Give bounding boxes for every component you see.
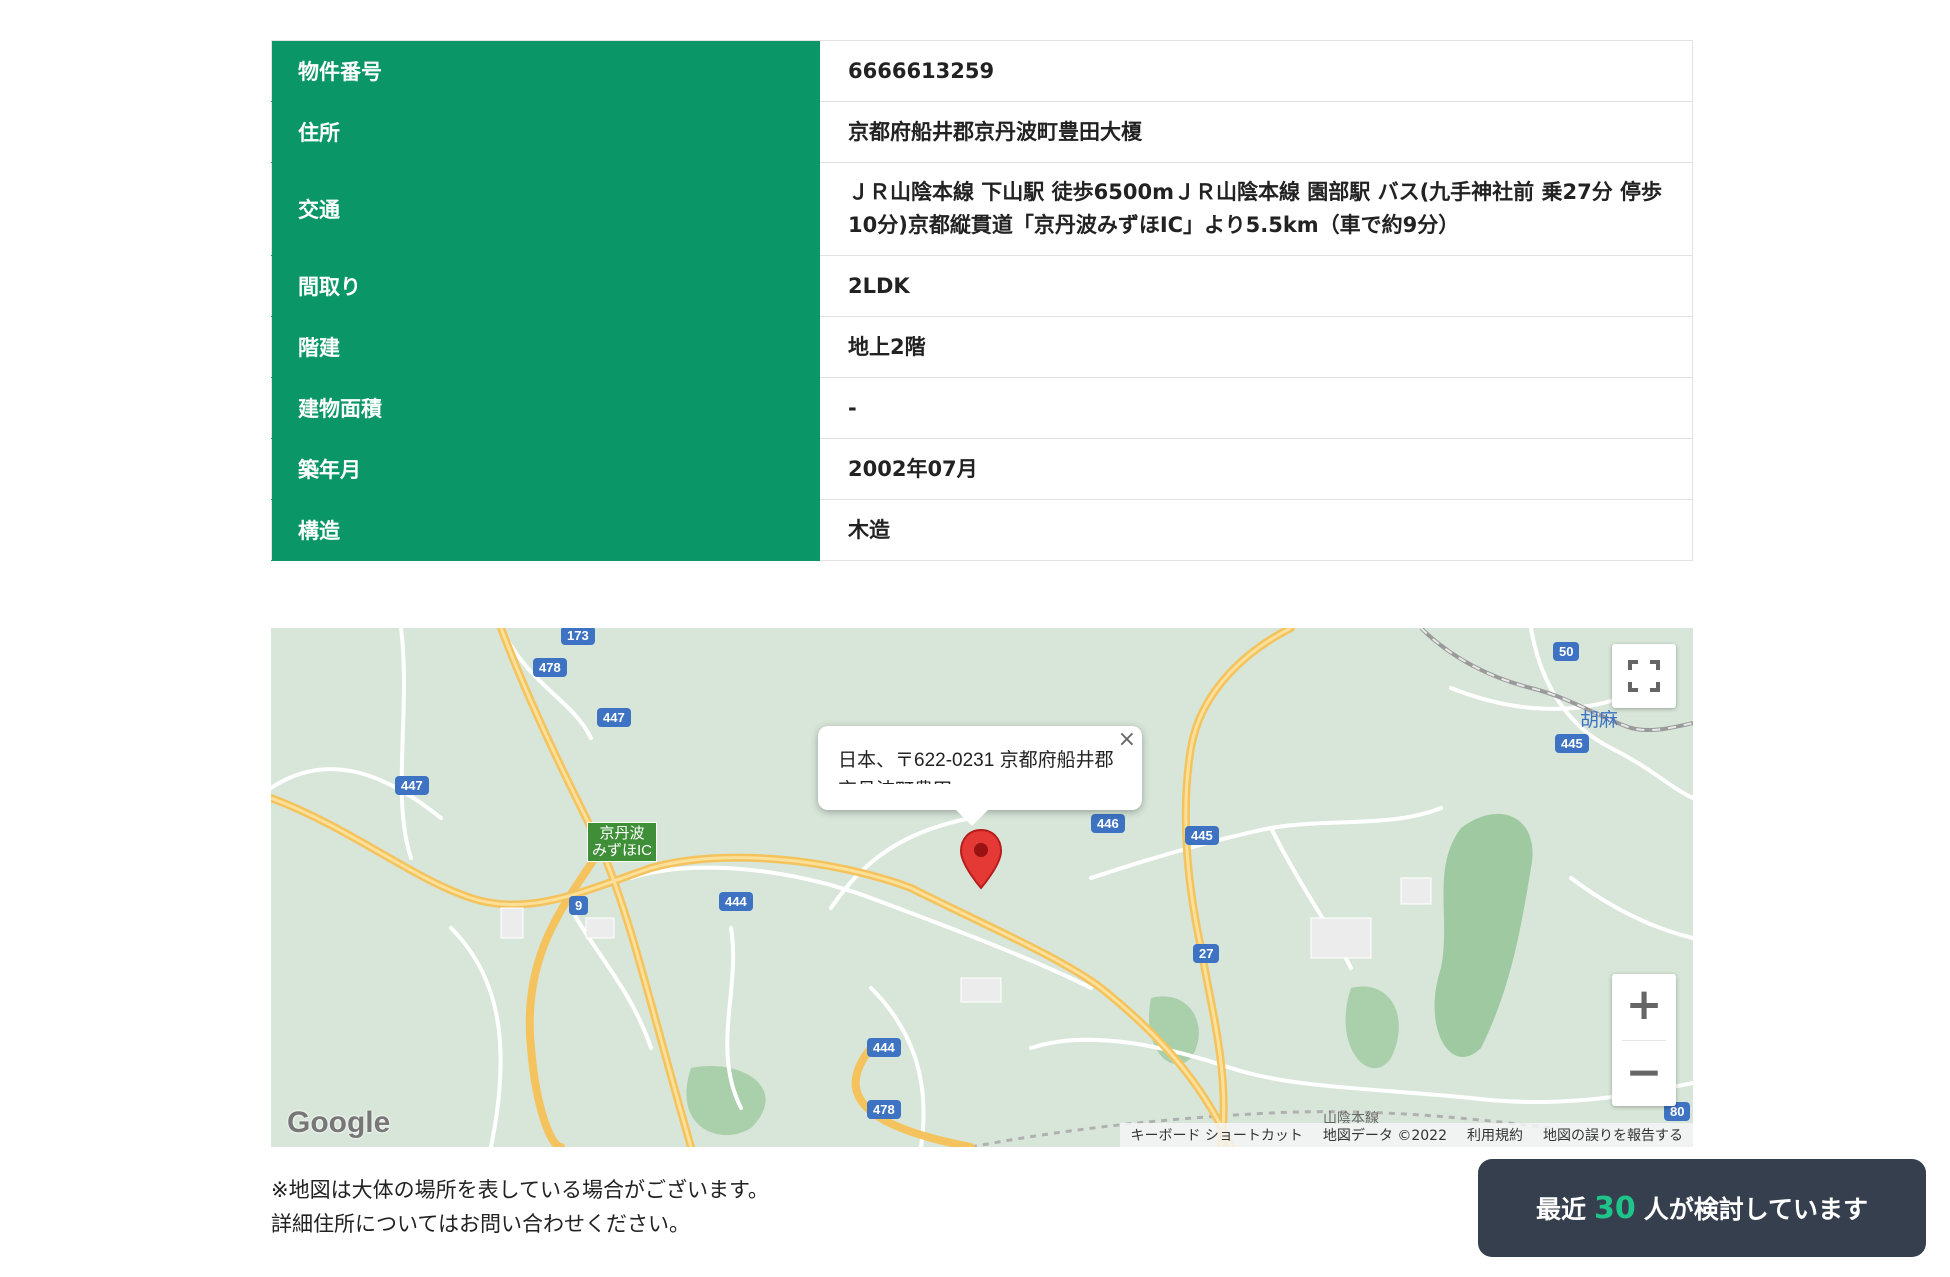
badge-suffix: 人が検討しています bbox=[1643, 1195, 1869, 1224]
table-row: 住所 京都府船井郡京丹波町豊田大榎 bbox=[271, 101, 1693, 163]
row-label-floors: 階建 bbox=[271, 316, 820, 378]
route-shield: 445 bbox=[1555, 734, 1589, 753]
map-info-window: 日本、〒622-0231 京都府船井郡京丹波町豊田 × bbox=[818, 726, 1142, 826]
fullscreen-button[interactable] bbox=[1612, 644, 1676, 708]
interchange-label-text: 京丹波 みずほIC bbox=[592, 825, 653, 859]
table-row: 階建 地上2階 bbox=[271, 316, 1693, 378]
row-value-building-area: - bbox=[820, 377, 1693, 439]
zoom-divider bbox=[1622, 1040, 1666, 1041]
route-shield: 27 bbox=[1193, 944, 1220, 963]
report-error-link[interactable]: 地図の誤りを報告する bbox=[1533, 1125, 1693, 1145]
place-label[interactable]: 胡麻 bbox=[1580, 705, 1618, 732]
map-disclaimer: ※地図は大体の場所を表している場合がございます。 詳細住所についてはお問い合わせ… bbox=[271, 1173, 769, 1241]
map-disclaimer-line: 詳細住所についてはお問い合わせください。 bbox=[271, 1212, 690, 1236]
route-shield: 447 bbox=[395, 776, 429, 795]
table-row: 構造 木造 bbox=[271, 499, 1693, 561]
row-label-layout: 間取り bbox=[271, 255, 820, 317]
property-info-table: 物件番号 6666613259 住所 京都府船井郡京丹波町豊田大榎 交通 ＪＲ山… bbox=[271, 40, 1693, 561]
recent-viewers-badge: 最近 30 人が検討しています bbox=[1478, 1159, 1926, 1257]
zoom-out-button[interactable]: − bbox=[1612, 1042, 1676, 1106]
map-attribution-bar: キーボード ショートカット 地図データ ©2022 利用規約 地図の誤りを報告す… bbox=[1120, 1123, 1693, 1147]
row-value-access: ＪＲ山陰本線 下山駅 徒歩6500mＪＲ山陰本線 園部駅 バス(九手神社前 乗2… bbox=[820, 162, 1693, 256]
map-pin-icon[interactable] bbox=[959, 828, 1003, 890]
row-label-address: 住所 bbox=[271, 101, 820, 163]
interchange-label: 京丹波 みずほIC bbox=[587, 822, 658, 862]
route-shield: 447 bbox=[597, 708, 631, 727]
keyboard-shortcuts-link[interactable]: キーボード ショートカット bbox=[1120, 1125, 1312, 1145]
row-label-access: 交通 bbox=[271, 162, 820, 256]
google-logo[interactable]: Google bbox=[287, 1106, 390, 1140]
table-row: 間取り 2LDK bbox=[271, 255, 1693, 317]
row-label-structure: 構造 bbox=[271, 499, 820, 561]
route-shield: 478 bbox=[533, 658, 567, 677]
route-shield: 444 bbox=[719, 892, 753, 911]
route-shield: 446 bbox=[1091, 814, 1125, 833]
table-row: 交通 ＪＲ山陰本線 下山駅 徒歩6500mＪＲ山陰本線 園部駅 バス(九手神社前… bbox=[271, 162, 1693, 256]
row-value-address: 京都府船井郡京丹波町豊田大榎 bbox=[820, 101, 1693, 163]
viewer-count: 30 bbox=[1594, 1190, 1636, 1226]
zoom-in-button[interactable]: + bbox=[1612, 974, 1676, 1038]
row-label-property-number: 物件番号 bbox=[271, 40, 820, 102]
route-shield: 478 bbox=[867, 1100, 901, 1119]
row-value-layout: 2LDK bbox=[820, 255, 1693, 317]
badge-prefix: 最近 bbox=[1535, 1195, 1586, 1224]
google-map[interactable]: 173 478 447 447 9 444 446 445 445 50 27 … bbox=[271, 628, 1693, 1147]
row-label-building-area: 建物面積 bbox=[271, 377, 820, 439]
route-shield: 444 bbox=[867, 1038, 901, 1057]
table-row: 築年月 2002年07月 bbox=[271, 438, 1693, 500]
route-shield: 9 bbox=[569, 896, 589, 915]
terms-link[interactable]: 利用規約 bbox=[1457, 1125, 1533, 1145]
info-window-address: 日本、〒622-0231 京都府船井郡京丹波町豊田 bbox=[838, 750, 1114, 784]
map-data-credit[interactable]: 地図データ ©2022 bbox=[1313, 1125, 1457, 1145]
zoom-control: + − bbox=[1612, 974, 1676, 1106]
map-disclaimer-line: ※地図は大体の場所を表している場合がございます。 bbox=[271, 1178, 769, 1202]
close-icon[interactable]: × bbox=[1118, 728, 1136, 752]
route-shield: 173 bbox=[561, 628, 595, 645]
row-value-built-date: 2002年07月 bbox=[820, 438, 1693, 500]
route-shield: 50 bbox=[1553, 642, 1580, 661]
row-value-property-number: 6666613259 bbox=[820, 40, 1693, 102]
row-label-built-date: 築年月 bbox=[271, 438, 820, 500]
fullscreen-icon bbox=[1628, 660, 1660, 692]
table-row: 物件番号 6666613259 bbox=[271, 40, 1693, 102]
row-value-structure: 木造 bbox=[820, 499, 1693, 561]
row-value-floors: 地上2階 bbox=[820, 316, 1693, 378]
route-shield: 445 bbox=[1185, 826, 1219, 845]
table-row: 建物面積 - bbox=[271, 377, 1693, 439]
